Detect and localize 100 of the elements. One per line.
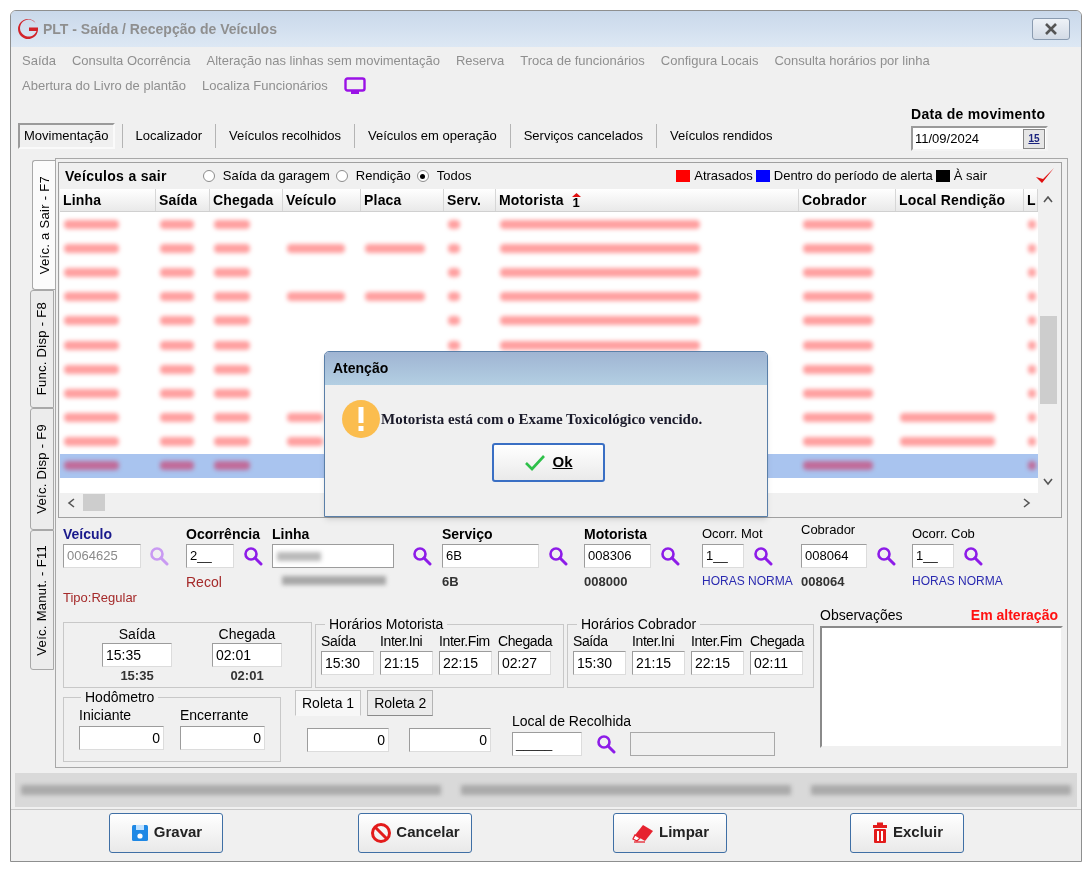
column-header[interactable]: Motorista 1 — [496, 189, 799, 211]
scrollbar-thumb[interactable] — [1039, 316, 1057, 404]
column-header[interactable]: Linha — [60, 189, 156, 211]
input-field[interactable]: 15:30 — [573, 651, 626, 675]
tab[interactable]: Roleta 2 — [367, 690, 434, 716]
eraser-icon — [631, 822, 655, 843]
column-header[interactable]: Saída — [156, 189, 210, 211]
input-field[interactable]: 0 — [307, 728, 389, 752]
tab[interactable]: Roleta 1 — [295, 690, 362, 716]
search-icon — [149, 546, 169, 566]
notes-field[interactable] — [820, 626, 1063, 748]
blurred-text — [160, 219, 194, 229]
column-header[interactable]: Local Rendição — [896, 189, 1024, 211]
blurred-text — [160, 461, 194, 471]
column-header[interactable]: Veículo — [283, 189, 361, 211]
action-button[interactable]: Cancelar — [358, 812, 472, 853]
tab[interactable]: Localizador — [129, 123, 209, 149]
blurred-text — [1028, 364, 1036, 374]
window-title: PLT - Saída / Recepção de Veículos — [43, 19, 277, 39]
input-field[interactable]: 21:15 — [380, 651, 433, 675]
scrollbar-thumb[interactable] — [83, 494, 105, 511]
input-field[interactable]: 1__ — [912, 544, 954, 568]
blurred-text — [160, 364, 194, 374]
blurred-text — [160, 292, 194, 302]
date-value: 11/09/2024 — [915, 129, 980, 148]
action-button[interactable]: Gravar — [109, 812, 223, 853]
field-note: HORAS NORMA — [702, 573, 794, 590]
input-field[interactable] — [272, 544, 394, 568]
field-label: Ocorr. Mot — [702, 525, 764, 543]
column-header[interactable]: Chegada — [210, 189, 283, 211]
field-label: Serviço — [442, 525, 494, 544]
input-field[interactable]: 0 — [409, 728, 491, 752]
input-field[interactable]: 008064 — [801, 544, 867, 568]
group-title: Horários Cobrador — [580, 617, 698, 631]
blurred-text — [448, 243, 460, 253]
column-header[interactable]: Placa — [361, 189, 444, 211]
input-field[interactable]: 2__ — [186, 544, 234, 568]
radio-label: Saída da garagem — [222, 167, 330, 186]
blurred-text — [803, 316, 873, 326]
input-field[interactable]: 21:15 — [632, 651, 685, 675]
group-title: Horários Motorista — [328, 617, 445, 631]
input-field[interactable]: 02:11 — [750, 651, 803, 675]
side-tab[interactable]: Veíc. a Sair - F7 — [32, 160, 56, 290]
blurred-text — [214, 292, 250, 302]
tab[interactable]: Veículos rendidos — [663, 123, 779, 149]
ok-button[interactable]: Ok — [492, 443, 605, 482]
search-icon — [660, 546, 680, 566]
input-field[interactable]: 1__ — [702, 544, 744, 568]
radio-button[interactable] — [416, 170, 429, 182]
group-title: Hodômetro — [84, 690, 156, 704]
blurred-text — [448, 340, 460, 350]
blurred-text — [803, 292, 873, 302]
column-header[interactable]: Cobrador — [799, 189, 896, 211]
input-field[interactable]: 22:15 — [439, 651, 492, 675]
input-field[interactable]: 02:01 — [212, 643, 282, 667]
field-label: Motorista — [584, 525, 648, 544]
blurred-text — [1028, 340, 1036, 350]
input-field[interactable]: 15:35 — [102, 643, 172, 667]
action-button[interactable]: Excluir — [850, 812, 964, 853]
blurred-text — [64, 437, 119, 447]
calendar-button[interactable]: 15 — [1023, 128, 1045, 149]
field-label: Encerrante — [180, 706, 250, 725]
side-tab[interactable]: Func. Disp - F8 — [30, 290, 54, 408]
prohibited-icon — [370, 821, 393, 844]
field-note: 15:35 — [120, 667, 154, 685]
field-label: Inter.Ini — [632, 632, 676, 651]
tab[interactable]: Serviços cancelados — [517, 123, 649, 149]
date-field[interactable]: 11/09/2024 15 — [911, 126, 1048, 151]
side-tab[interactable]: Veíc. Manut. - F11 — [30, 530, 54, 670]
input-field[interactable]: 15:30 — [321, 651, 374, 675]
tab[interactable]: Veículos em operação — [362, 123, 503, 149]
side-tab[interactable]: Veíc. Disp - F9 — [30, 408, 54, 530]
blurred-text — [803, 461, 873, 471]
input-field[interactable]: _____ — [512, 732, 582, 756]
blurred-text — [64, 219, 119, 229]
vehicle-type: Tipo:Regular — [63, 589, 138, 607]
tab[interactable]: Veículos recolhidos — [223, 123, 348, 149]
input-field[interactable]: 008306 — [584, 544, 651, 568]
radio-button[interactable] — [335, 170, 348, 182]
blurred-text — [1028, 388, 1036, 398]
action-button[interactable]: Limpar — [613, 812, 727, 853]
search-icon — [876, 546, 896, 566]
input-field[interactable]: 02:27 — [498, 651, 551, 675]
field-note: 008000 — [584, 573, 629, 591]
column-header[interactable]: Serv. — [444, 189, 496, 211]
close-button[interactable] — [1032, 18, 1070, 40]
input-field[interactable]: 22:15 — [691, 651, 744, 675]
radio-button[interactable] — [202, 170, 215, 182]
input-field[interactable]: 6B — [442, 544, 539, 568]
edit-status: Em alteração — [970, 606, 1058, 625]
input-field[interactable]: 0 — [79, 726, 164, 750]
blurred-text — [214, 461, 250, 471]
blurred-text — [448, 292, 460, 302]
checkmark-icon — [524, 453, 547, 472]
blurred-text — [64, 316, 119, 326]
input-field[interactable] — [630, 732, 775, 756]
field-label: Saída — [118, 625, 156, 643]
input-field[interactable]: 0 — [180, 726, 265, 750]
blurred-text — [64, 340, 119, 350]
tab[interactable]: Movimentação — [18, 123, 115, 149]
